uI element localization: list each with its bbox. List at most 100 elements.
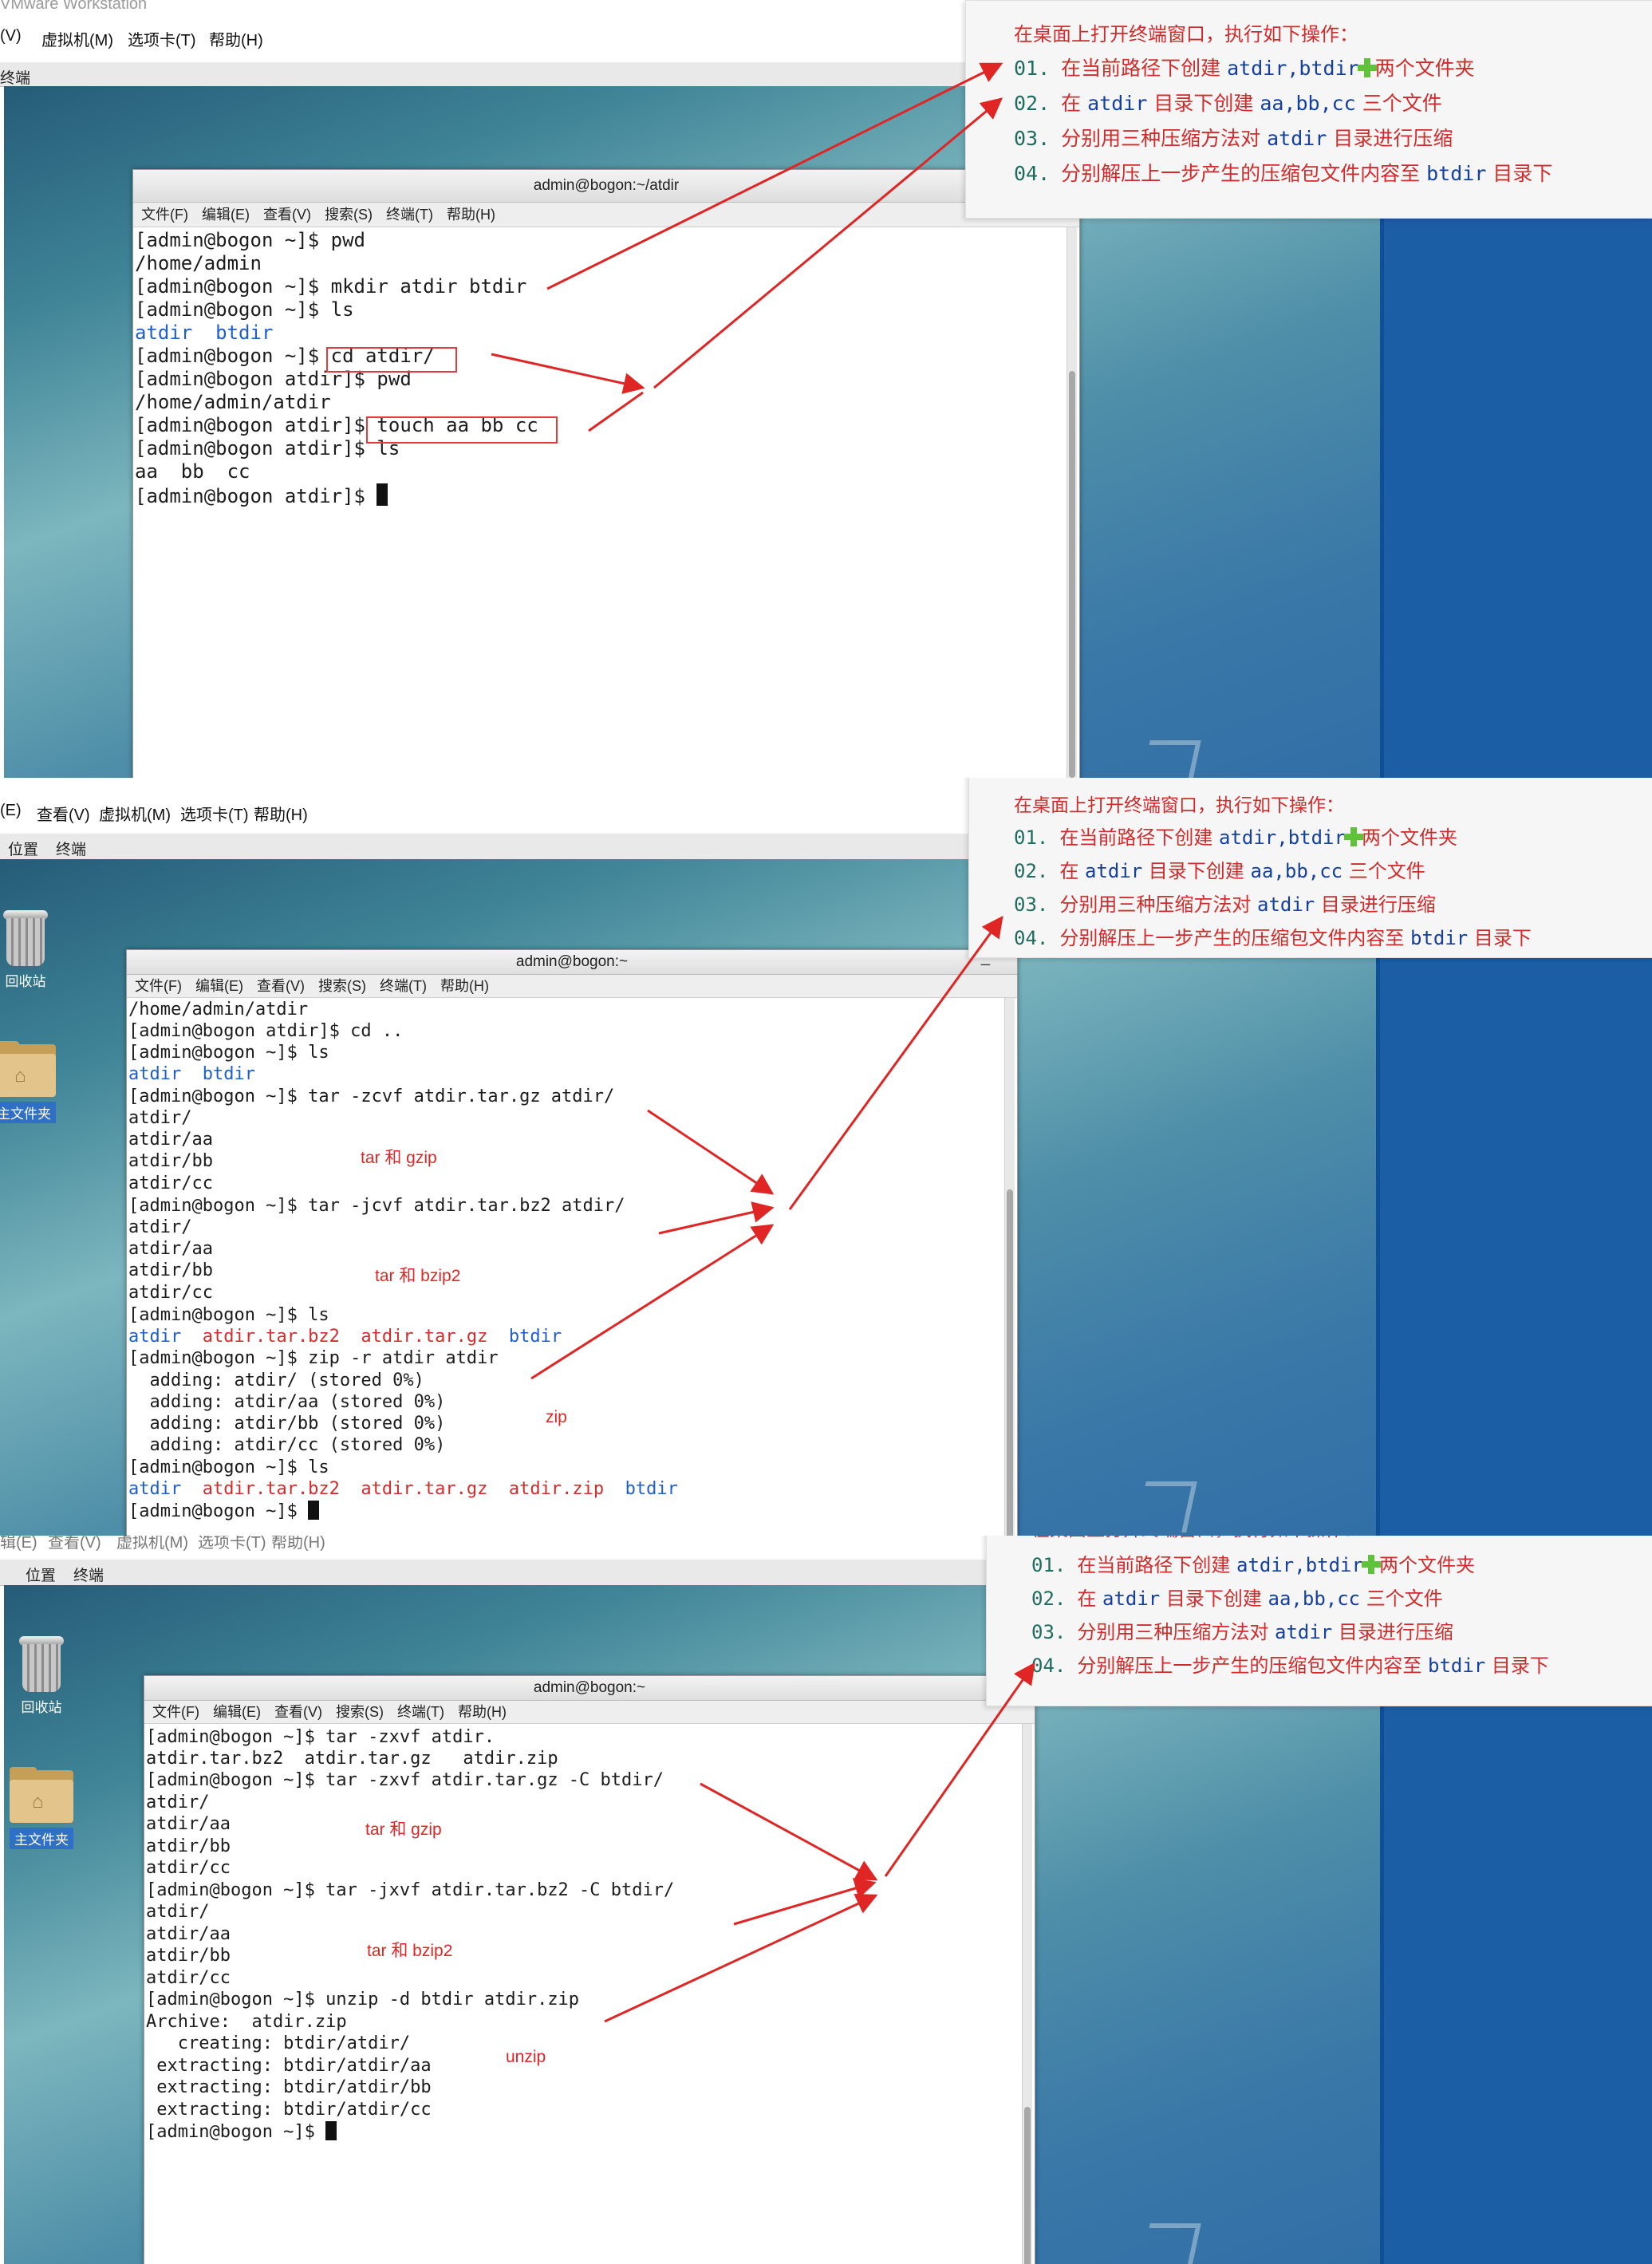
terminal-line: /home/admin/atdir	[128, 1000, 309, 1020]
trash-icon	[16, 1631, 67, 1694]
scrollbar-thumb[interactable]	[1024, 2107, 1031, 2264]
terminal-scrollbar[interactable]	[1022, 1724, 1032, 2264]
terminal-line: atdir/cc	[128, 1173, 213, 1193]
terminal-line: adding: atdir/aa (stored 0%)	[128, 1392, 446, 1412]
desktop-icon-home[interactable]: ⌂ 主文件夹	[2, 1767, 81, 1849]
desktop-icon-home[interactable]: ⌂ 主文件夹	[0, 1041, 64, 1123]
terminal-line: atdir/aa	[146, 1924, 231, 1944]
annotation-label: tar 和 bzip2	[367, 1942, 453, 1960]
scrollbar-thumb[interactable]	[1069, 371, 1075, 778]
tab-places[interactable]: 位置	[26, 1564, 56, 1585]
highlight-box	[366, 416, 558, 444]
term-menu-terminal[interactable]: 终端(T)	[380, 978, 427, 994]
tab-terminal[interactable]: 终端	[73, 1564, 104, 1585]
ls-entry: atdir.tar.gz	[361, 1327, 488, 1347]
terminal-menubar: 文件(F) 编辑(E) 查看(V) 搜索(S) 终端(T) 帮助(H)	[144, 1701, 1035, 1724]
menu-tabs[interactable]: 选项卡(T)	[128, 27, 196, 50]
instruction-step-1: 01. 在当前路径下创建 atdir,btdir 两个文件夹	[1014, 826, 1457, 849]
menu-vm[interactable]: 虚拟机(M)	[99, 802, 171, 825]
desktop-logo	[1139, 740, 1201, 778]
term-menu-view[interactable]: 查看(V)	[263, 207, 311, 223]
terminal-line: atdir/aa	[146, 1814, 231, 1834]
term-menu-file[interactable]: 文件(F)	[152, 1704, 199, 1720]
terminal-scrollbar[interactable]	[1067, 227, 1077, 778]
term-menu-search[interactable]: 搜索(S)	[325, 207, 373, 223]
terminal-title: admin@bogon:~	[515, 953, 629, 970]
term-menu-edit[interactable]: 编辑(E)	[195, 978, 243, 994]
terminal-scrollbar[interactable]	[1004, 998, 1015, 1536]
terminal-line: atdir btdir	[135, 321, 274, 344]
ls-entry: atdir	[128, 1327, 182, 1347]
menu-view[interactable]: (V)	[0, 27, 22, 45]
terminal-line: [admin@bogon ~]$ ls	[128, 1043, 329, 1063]
tab-terminal[interactable]: 终端	[56, 838, 86, 859]
desktop-icon-trash[interactable]: 回收站	[0, 905, 51, 991]
terminal-line: [admin@bogon ~]$ mkdir atdir btdir	[135, 275, 527, 298]
terminal-line: /home/admin/atdir	[135, 391, 331, 413]
term-menu-edit[interactable]: 编辑(E)	[213, 1704, 261, 1720]
terminal-line: Archive: atdir.zip	[146, 2012, 347, 2032]
terminal-line: [admin@bogon ~]$ zip -r atdir atdir	[128, 1348, 499, 1368]
term-menu-terminal[interactable]: 终端(T)	[397, 1704, 444, 1720]
instruction-step-2: 02. 在 atdir 目录下创建 aa,bb,cc 三个文件	[1014, 860, 1425, 882]
terminal-line: atdir/bb	[128, 1260, 213, 1280]
menu-tabs[interactable]: 选项卡(T)	[180, 802, 249, 825]
term-menu-help[interactable]: 帮助(H)	[447, 207, 495, 223]
menu-help[interactable]: 帮助(H)	[209, 27, 263, 50]
terminal-line: atdir atdir.tar.bz2 atdir.tar.gz btdir	[128, 1327, 562, 1347]
panel-3: 辑(E) 查看(V) 虚拟机(M) 选项卡(T) 帮助(H) 位置 终端 回收站…	[0, 1536, 1652, 2264]
terminal-line: atdir/	[128, 1108, 192, 1128]
term-menu-terminal[interactable]: 终端(T)	[386, 207, 433, 223]
menu-edit[interactable]: 辑(E)	[0, 1536, 37, 1552]
text-cursor	[308, 1501, 320, 1520]
menu-vm[interactable]: 虚拟机(M)	[116, 1536, 188, 1552]
term-menu-help[interactable]: 帮助(H)	[458, 1704, 507, 1720]
terminal-menubar: 文件(F) 编辑(E) 查看(V) 搜索(S) 终端(T) 帮助(H)	[133, 203, 1079, 227]
menu-view[interactable]: 查看(V)	[48, 1536, 101, 1552]
term-menu-help[interactable]: 帮助(H)	[440, 978, 489, 994]
scrollbar-thumb[interactable]	[1007, 1189, 1013, 1536]
terminal-line: [admin@bogon ~]$ ls	[135, 298, 354, 321]
term-menu-search[interactable]: 搜索(S)	[336, 1704, 384, 1720]
terminal-menubar: 文件(F) 编辑(E) 查看(V) 搜索(S) 终端(T) 帮助(H)	[127, 975, 1017, 998]
instruction-heading: 在桌面上打开终端窗口，执行如下操作：	[1031, 1536, 1362, 1541]
terminal-title: admin@bogon:~/atdir	[533, 177, 680, 194]
tab-terminal[interactable]: 终端	[0, 66, 30, 88]
term-menu-edit[interactable]: 编辑(E)	[202, 207, 250, 223]
terminal-line: atdir/bb	[146, 1836, 231, 1856]
terminal-line: atdir/	[146, 1793, 210, 1812]
ls-entry: atdir.tar.gz	[361, 1479, 488, 1499]
prompt-text: [admin@bogon ~]$	[146, 2122, 326, 2142]
term-menu-file[interactable]: 文件(F)	[141, 207, 188, 223]
instruction-step-4: 04. 分别解压上一步产生的压缩包文件内容至 btdir 目录下	[1014, 162, 1553, 185]
menu-help[interactable]: 帮助(H)	[254, 802, 308, 825]
menu-vm[interactable]: 虚拟机(M)	[41, 27, 113, 50]
menu-tabs[interactable]: 选项卡(T)	[198, 1536, 266, 1552]
menu-edit[interactable]: (E)	[0, 802, 22, 820]
terminal-line: /home/admin	[135, 252, 262, 274]
terminal-line: adding: atdir/ (stored 0%)	[128, 1371, 424, 1390]
instruction-step-3: 03. 分别用三种压缩方法对 atdir 目录进行压缩	[1014, 893, 1436, 916]
prompt-text: [admin@bogon atdir]$	[135, 485, 377, 507]
plus-icon	[1343, 827, 1363, 846]
annotation-label: unzip	[506, 2048, 546, 2066]
term-menu-view[interactable]: 查看(V)	[257, 978, 305, 994]
menu-help[interactable]: 帮助(H)	[271, 1536, 325, 1552]
terminal-output[interactable]: [admin@bogon ~]$ tar -zxvf atdir. atdir.…	[144, 1724, 1035, 2264]
term-menu-file[interactable]: 文件(F)	[135, 978, 182, 994]
trash-icon	[0, 905, 51, 968]
menu-view[interactable]: 查看(V)	[37, 802, 90, 825]
instruction-heading: 在桌面上打开终端窗口，执行如下操作：	[1014, 795, 1344, 816]
term-menu-view[interactable]: 查看(V)	[274, 1704, 322, 1720]
terminal-line: extracting: btdir/atdir/bb	[146, 2077, 432, 2097]
tab-places[interactable]: 位置	[8, 838, 38, 859]
terminal-line: adding: atdir/cc (stored 0%)	[128, 1435, 446, 1455]
ls-entry: atdir.tar.bz2	[202, 1327, 340, 1347]
terminal-line: [admin@bogon ~]$ tar -jxvf atdir.tar.bz2…	[146, 1880, 675, 1900]
term-menu-search[interactable]: 搜索(S)	[318, 978, 366, 994]
terminal-output[interactable]: [admin@bogon ~]$ pwd /home/admin [admin@…	[133, 227, 1079, 778]
desktop-icon-trash[interactable]: 回收站	[16, 1631, 67, 1717]
ls-entry: atdir.tar.bz2	[202, 1479, 340, 1499]
terminal-output[interactable]: /home/admin/atdir [admin@bogon atdir]$ c…	[127, 998, 1017, 1536]
terminal-line: atdir/cc	[146, 1968, 231, 1988]
